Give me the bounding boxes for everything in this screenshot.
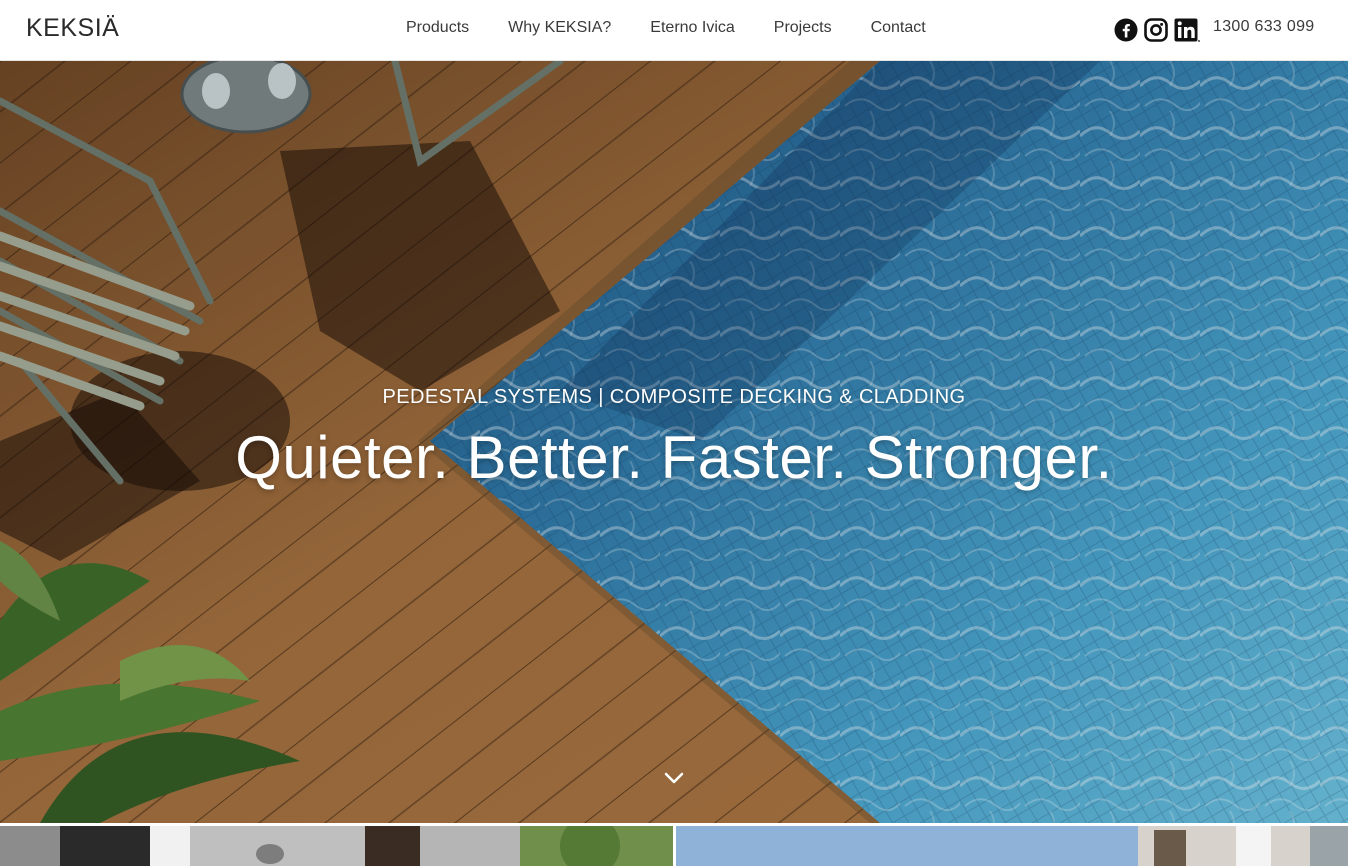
instagram-icon[interactable] xyxy=(1144,18,1168,42)
nav-item-products[interactable]: Products xyxy=(406,19,469,37)
project-preview-tiles xyxy=(0,823,1348,866)
nav-item-why-keksia[interactable]: Why KEKSIA? xyxy=(508,19,611,37)
phone-number[interactable]: 1300 633 099 xyxy=(1213,18,1314,36)
hero-title: Quieter. Better. Faster. Stronger. xyxy=(235,424,1113,491)
linkedin-icon[interactable] xyxy=(1174,18,1200,42)
site-header: KEKSIÄ Products Why KEKSIA? Eterno Ivica… xyxy=(0,0,1348,61)
main-nav: Products Why KEKSIA? Eterno Ivica Projec… xyxy=(406,19,926,37)
hero-subtitle: PEDESTAL SYSTEMS | COMPOSITE DECKING & C… xyxy=(382,386,966,408)
brand-logo[interactable]: KEKSIÄ xyxy=(26,14,119,43)
nav-item-contact[interactable]: Contact xyxy=(871,19,926,37)
social-links xyxy=(1114,18,1200,42)
nav-item-eterno-ivica[interactable]: Eterno Ivica xyxy=(650,19,734,37)
project-tile[interactable] xyxy=(0,826,673,866)
project-tile[interactable] xyxy=(676,826,1348,866)
hero-banner: PEDESTAL SYSTEMS | COMPOSITE DECKING & C… xyxy=(0,61,1348,823)
nav-item-projects[interactable]: Projects xyxy=(774,19,832,37)
chevron-down-icon[interactable] xyxy=(664,771,684,785)
facebook-icon[interactable] xyxy=(1114,18,1138,42)
